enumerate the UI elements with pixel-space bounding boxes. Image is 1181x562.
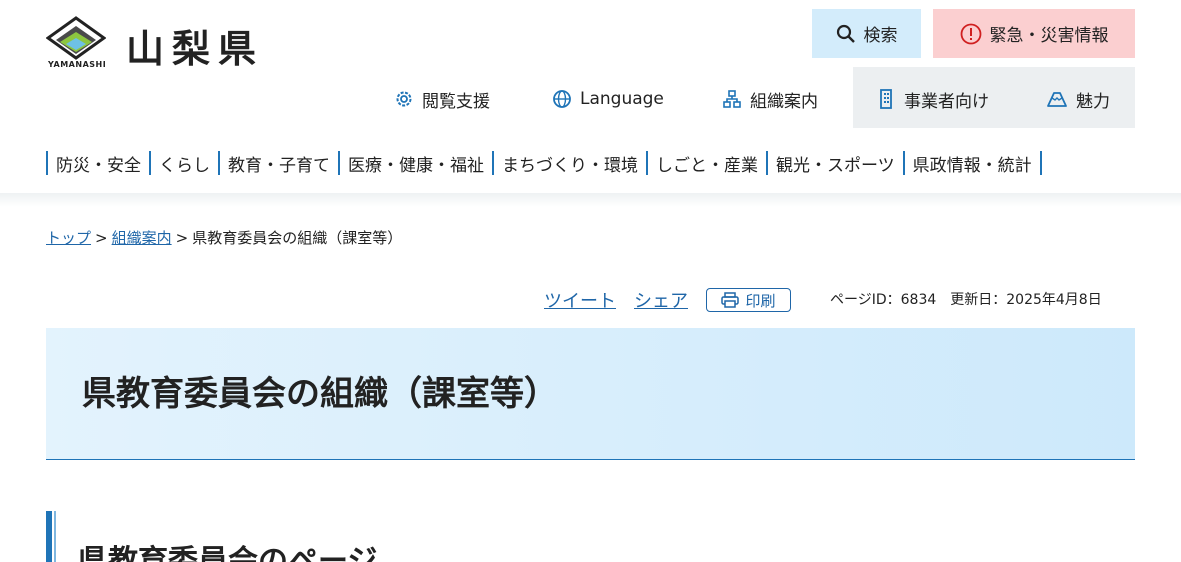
printer-icon <box>721 292 740 308</box>
gear-icon <box>396 91 412 107</box>
alert-icon <box>960 23 981 44</box>
tweet-link[interactable]: ツイート <box>544 287 616 313</box>
page-title: 県教育委員会の組織（課室等） <box>82 374 558 414</box>
breadcrumb: トップ > 組織案内 > 県教育委員会の組織（課室等） <box>46 227 402 248</box>
site-header: YAMANASHI 山梨県 検索 緊急・災害情報 閲覧支援 Language 組… <box>0 0 1181 193</box>
print-label: 印刷 <box>745 291 776 310</box>
accessibility-link[interactable]: 閲覧支援 <box>394 80 490 118</box>
emergency-button[interactable]: 緊急・災害情報 <box>933 9 1135 58</box>
breadcrumb-top-link[interactable]: トップ <box>46 227 91 248</box>
charm-label: 魅力 <box>1076 91 1110 112</box>
organization-link[interactable]: 組織案内 <box>722 80 818 118</box>
search-button[interactable]: 検索 <box>812 9 921 58</box>
logo-subtext: YAMANASHI <box>48 60 107 69</box>
business-link[interactable]: 事業者向け <box>876 80 989 118</box>
title-banner: 県教育委員会の組織（課室等） <box>46 328 1135 460</box>
gnav-item-living[interactable]: くらし <box>149 151 218 176</box>
gnav-item-tourism-sports[interactable]: 観光・スポーツ <box>766 151 903 176</box>
breadcrumb-separator: > <box>95 228 108 247</box>
site-title[interactable]: 山梨県 <box>126 18 264 73</box>
page-tools: ツイート シェア 印刷 <box>544 287 791 313</box>
share-link[interactable]: シェア <box>634 287 688 313</box>
language-label: Language <box>580 89 664 109</box>
search-icon <box>836 24 855 43</box>
breadcrumb-current: 県教育委員会の組織（課室等） <box>192 229 403 247</box>
global-nav: 防災・安全 くらし 教育・子育て 医療・健康・福祉 まちづくり・環境 しごと・産… <box>46 150 1042 176</box>
section-heading: 県教育委員会のページ <box>78 544 378 562</box>
section-heading-bar-accent <box>54 511 56 562</box>
charm-link[interactable]: 魅力 <box>1046 80 1110 118</box>
gnav-item-work-industry[interactable]: しごと・産業 <box>646 151 766 176</box>
emergency-label: 緊急・災害情報 <box>989 26 1109 46</box>
accessibility-label: 閲覧支援 <box>422 91 490 112</box>
section-heading-bar <box>46 511 52 562</box>
business-label: 事業者向け <box>904 91 989 112</box>
gnav-item-town-environment[interactable]: まちづくり・環境 <box>492 151 646 176</box>
breadcrumb-organization-link[interactable]: 組織案内 <box>112 227 172 248</box>
gnav-item-medical-welfare[interactable]: 医療・健康・福祉 <box>338 151 492 176</box>
organization-label: 組織案内 <box>750 91 818 112</box>
page-meta: ページID：6834 更新日：2025年4月8日 <box>830 292 1102 308</box>
gnav-item-education-childcare[interactable]: 教育・子育て <box>218 151 338 176</box>
language-link[interactable]: Language <box>552 80 664 118</box>
gnav-item-government-stats[interactable]: 県政情報・統計 <box>902 151 1042 176</box>
globe-icon <box>553 90 571 108</box>
print-button[interactable]: 印刷 <box>706 288 791 312</box>
breadcrumb-separator: > <box>175 228 189 247</box>
gnav-item-disaster-safety[interactable]: 防災・安全 <box>46 151 149 176</box>
building-icon <box>880 89 892 109</box>
org-chart-icon <box>723 90 741 108</box>
mountain-icon <box>1047 92 1067 107</box>
header-shadow <box>0 193 1181 207</box>
search-label: 検索 <box>863 26 898 46</box>
